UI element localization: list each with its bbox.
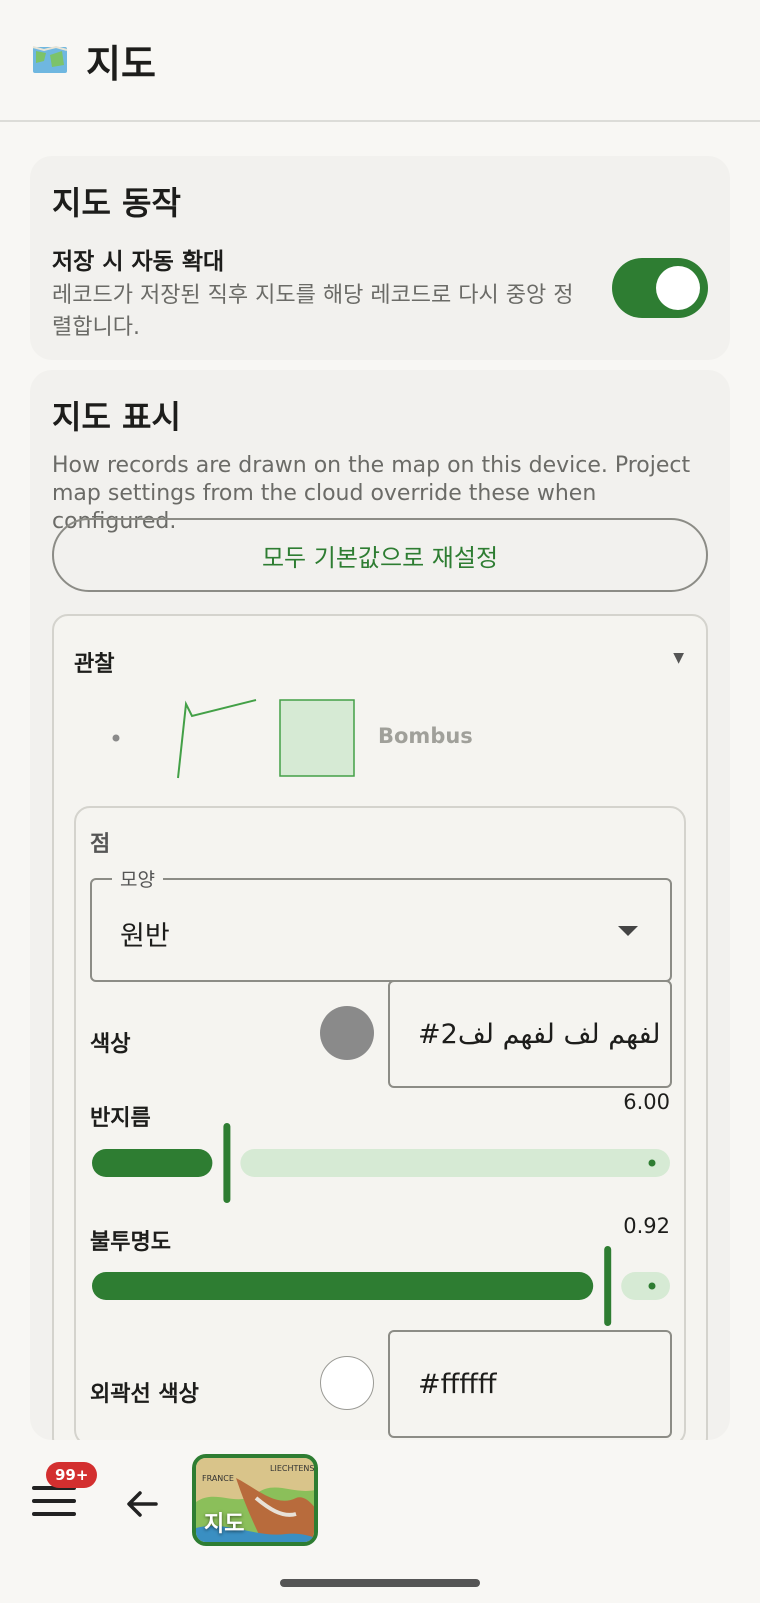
color-swatch[interactable] — [320, 1006, 374, 1060]
slider-end-dot — [648, 1159, 656, 1167]
collapse-caret-icon[interactable]: ▼ — [673, 650, 684, 666]
notification-badge: 99+ — [46, 1462, 98, 1488]
stroke-color-label: 외곽선 색상 — [90, 1382, 199, 1407]
radius-slider[interactable] — [90, 1123, 672, 1203]
map-tab-label: 지도 — [204, 1512, 245, 1537]
map-region-label: LIECHTENS — [270, 1464, 315, 1473]
opacity-slider[interactable] — [90, 1246, 672, 1326]
home-indicator — [280, 1579, 480, 1587]
preview-line — [177, 699, 257, 779]
point-style-panel: 점 모양 원반 색상 #2لفهم لف لفهم لف 반지름 6.00 불투… — [74, 806, 686, 1446]
map-region-label: FRANCE — [202, 1474, 234, 1483]
dropdown-arrow-icon — [618, 926, 638, 936]
shape-value: 원반 — [120, 921, 170, 952]
menu-line-icon — [32, 1499, 76, 1503]
bottom-navigation: 99+ FRANCE LIECHTENS 지도 — [0, 1440, 760, 1603]
page-title: 지도 — [86, 41, 156, 86]
slider-end-dot — [648, 1282, 656, 1290]
map-display-card: 지도 표시 How records are drawn on the map o… — [30, 370, 730, 1454]
preview-polygon — [279, 699, 355, 777]
map-display-title: 지도 표시 — [52, 398, 181, 436]
shape-select[interactable]: 모양 원반 — [90, 865, 672, 982]
auto-zoom-title: 저장 시 자동 확대 — [52, 249, 225, 275]
observation-label: 관찰 — [74, 652, 115, 677]
stroke-color-swatch[interactable] — [320, 1356, 374, 1410]
color-hex-input[interactable]: #2لفهم لف لفهم لف — [388, 980, 672, 1088]
app-header: 지도 — [0, 0, 760, 122]
reset-all-defaults-button[interactable]: 모두 기본값으로 재설정 — [52, 518, 708, 592]
toggle-knob — [656, 266, 700, 310]
auto-zoom-description: 레코드가 저장된 직후 지도를 해당 레코드로 다시 중앙 정렬합니다. — [52, 283, 574, 340]
map-tab-button[interactable]: FRANCE LIECHTENS 지도 — [192, 1454, 318, 1546]
color-label: 색상 — [90, 1032, 131, 1057]
opacity-value: 0.92 — [623, 1214, 670, 1238]
slider-thumb — [604, 1246, 612, 1326]
preview-taxon-name: Bombus — [378, 724, 473, 748]
menu-button[interactable] — [32, 1486, 76, 1526]
auto-zoom-toggle[interactable] — [612, 258, 708, 318]
map-icon — [32, 45, 68, 73]
observation-panel: 관찰 ▼ Bombus 점 모양 원반 색상 #2لفهم لف لفهم لف… — [52, 614, 708, 1454]
map-behavior-title: 지도 동작 — [52, 184, 181, 222]
slider-active-track — [92, 1272, 594, 1300]
preview-point — [112, 734, 120, 742]
point-label: 점 — [90, 832, 111, 857]
map-behavior-card: 지도 동작 저장 시 자동 확대 레코드가 저장된 직후 지도를 해당 레코드로… — [30, 156, 730, 360]
stroke-color-hex-input[interactable]: #ffffff — [388, 1330, 672, 1438]
shape-legend: 모양 — [112, 865, 163, 892]
back-arrow-icon[interactable] — [122, 1484, 162, 1524]
slider-inactive-track — [621, 1272, 670, 1300]
slider-inactive-track — [240, 1149, 670, 1177]
menu-line-icon — [32, 1512, 76, 1516]
slider-active-track — [92, 1149, 213, 1177]
radius-value: 6.00 — [623, 1090, 670, 1114]
slider-thumb — [223, 1123, 231, 1203]
